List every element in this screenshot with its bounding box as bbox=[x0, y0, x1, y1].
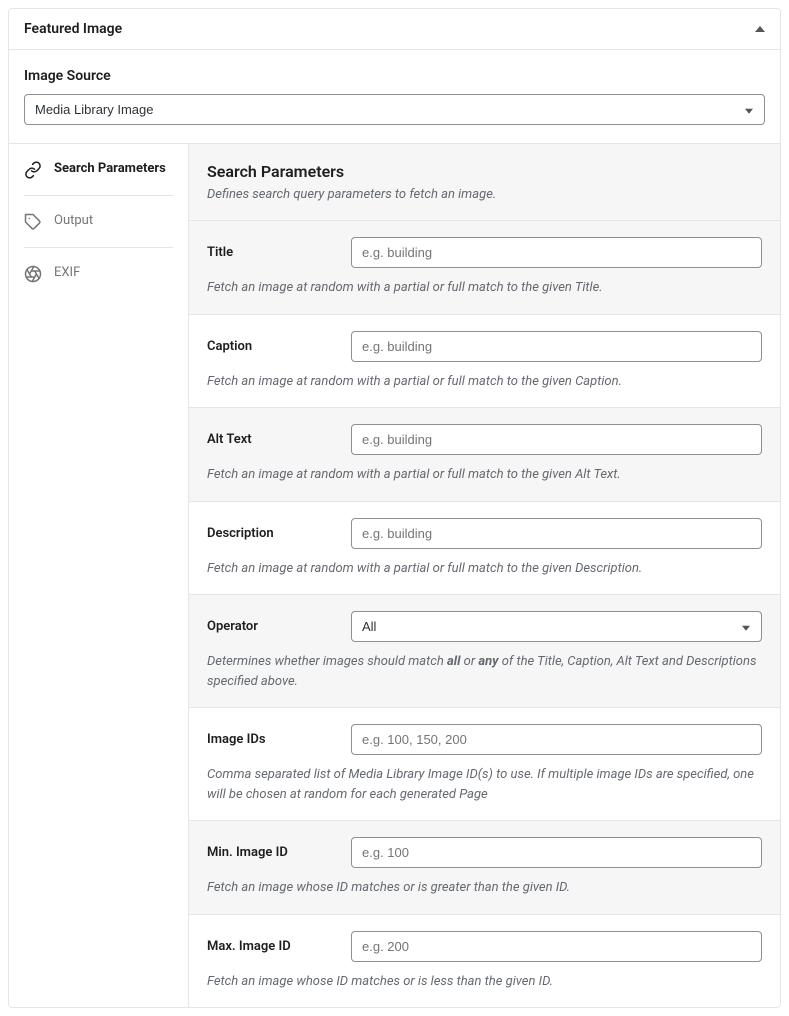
main-layout: Search Parameters Output bbox=[9, 144, 780, 1007]
field-description: Description Fetch an image at random wit… bbox=[189, 501, 780, 595]
panel-title: Featured Image bbox=[24, 21, 122, 37]
field-label: Title bbox=[207, 245, 335, 260]
link-icon bbox=[24, 161, 42, 179]
field-label: Operator bbox=[207, 619, 335, 634]
tab-search-parameters[interactable]: Search Parameters bbox=[9, 144, 188, 195]
aperture-icon bbox=[24, 265, 42, 283]
operator-select[interactable]: All bbox=[351, 611, 762, 642]
field-help: Fetch an image at random with a partial … bbox=[207, 465, 762, 485]
field-label: Min. Image ID bbox=[207, 845, 335, 860]
field-operator: Operator All Determines whether images s… bbox=[189, 594, 780, 707]
field-label: Description bbox=[207, 526, 335, 541]
field-help: Comma separated list of Media Library Im… bbox=[207, 765, 762, 804]
tag-icon bbox=[24, 213, 42, 231]
title-input[interactable] bbox=[351, 237, 762, 268]
min-image-id-input[interactable] bbox=[351, 837, 762, 868]
field-help: Fetch an image at random with a partial … bbox=[207, 372, 762, 392]
field-label: Caption bbox=[207, 339, 335, 354]
content-subheading: Defines search query parameters to fetch… bbox=[207, 187, 762, 202]
field-alt-text: Alt Text Fetch an image at random with a… bbox=[189, 407, 780, 501]
collapse-up-icon bbox=[755, 26, 765, 32]
field-image-ids: Image IDs Comma separated list of Media … bbox=[189, 707, 780, 820]
caption-input[interactable] bbox=[351, 331, 762, 362]
description-input[interactable] bbox=[351, 518, 762, 549]
image-source-section: Image Source Media Library Image bbox=[9, 50, 780, 144]
field-help: Fetch an image whose ID matches or is le… bbox=[207, 972, 762, 992]
field-label: Max. Image ID bbox=[207, 939, 335, 954]
tab-output[interactable]: Output bbox=[9, 196, 188, 247]
field-help: Fetch an image at random with a partial … bbox=[207, 559, 762, 579]
field-help: Determines whether images should match a… bbox=[207, 652, 762, 691]
tabs-sidebar: Search Parameters Output bbox=[9, 144, 189, 1007]
alt-text-input[interactable] bbox=[351, 424, 762, 455]
tab-label: Search Parameters bbox=[54, 160, 166, 178]
field-help: Fetch an image at random with a partial … bbox=[207, 278, 762, 298]
field-title: Title Fetch an image at random with a pa… bbox=[189, 220, 780, 314]
field-help: Fetch an image whose ID matches or is gr… bbox=[207, 878, 762, 898]
featured-image-panel: Featured Image Image Source Media Librar… bbox=[8, 8, 781, 1008]
content-area: Search Parameters Defines search query p… bbox=[189, 144, 780, 1007]
image-source-label: Image Source bbox=[24, 68, 765, 84]
panel-header[interactable]: Featured Image bbox=[9, 9, 780, 50]
field-min-image-id: Min. Image ID Fetch an image whose ID ma… bbox=[189, 820, 780, 914]
field-max-image-id: Max. Image ID Fetch an image whose ID ma… bbox=[189, 914, 780, 1008]
image-ids-input[interactable] bbox=[351, 724, 762, 755]
content-header: Search Parameters Defines search query p… bbox=[189, 144, 780, 220]
max-image-id-input[interactable] bbox=[351, 931, 762, 962]
image-source-select-wrapper: Media Library Image bbox=[24, 94, 765, 125]
field-label: Image IDs bbox=[207, 732, 335, 747]
content-heading: Search Parameters bbox=[207, 162, 762, 181]
field-label: Alt Text bbox=[207, 432, 335, 447]
tab-exif[interactable]: EXIF bbox=[9, 248, 188, 299]
tab-label: EXIF bbox=[54, 264, 80, 282]
tab-label: Output bbox=[54, 212, 93, 230]
image-source-select[interactable]: Media Library Image bbox=[24, 94, 765, 125]
field-caption: Caption Fetch an image at random with a … bbox=[189, 314, 780, 408]
